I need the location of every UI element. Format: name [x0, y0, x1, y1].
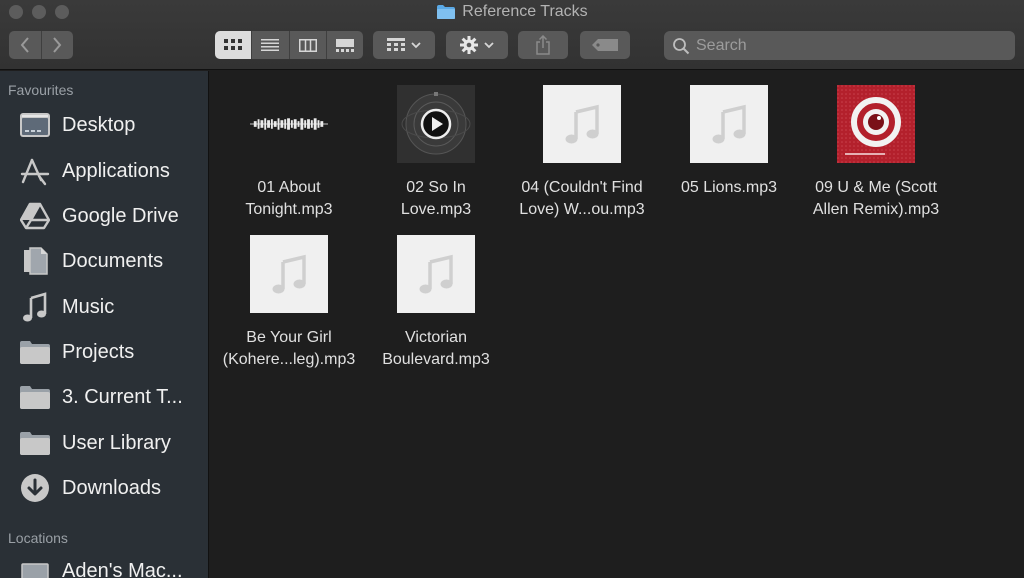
locations-heading: Locations [8, 530, 68, 546]
album-artwork-thumbnail [397, 85, 475, 163]
tags-button[interactable] [580, 31, 630, 59]
file-name: 09 U & Me (Scott Allen Remix).mp3 [812, 179, 940, 218]
group-by-button[interactable] [373, 31, 435, 59]
sidebar-item-label: Music [62, 295, 115, 318]
sidebar-item-applications[interactable]: Applications [18, 153, 208, 189]
sidebar-item-user-library[interactable]: User Library [18, 425, 208, 461]
google-drive-icon [18, 201, 52, 231]
sidebar-item-label: Aden's Mac... [62, 559, 183, 578]
chevron-down-icon [484, 41, 494, 48]
file-browser-area: 01 About Tonight.mp3 02 So In Love.mp3 0… [210, 71, 1024, 578]
gear-icon [460, 36, 478, 54]
music-note-icon [690, 85, 768, 163]
file-item-be-your-girl[interactable]: Be Your Girl (Kohere...leg).mp3 [216, 235, 362, 371]
album-artwork-thumbnail [837, 85, 915, 163]
file-item-about-tonight[interactable]: 01 About Tonight.mp3 [216, 85, 362, 221]
file-item-so-in-love[interactable]: 02 So In Love.mp3 [363, 85, 509, 221]
file-item-u-and-me[interactable]: 09 U & Me (Scott Allen Remix).mp3 [803, 85, 949, 221]
folder-icon [18, 337, 52, 367]
search-input[interactable] [696, 36, 996, 55]
applications-icon [18, 156, 52, 186]
sidebar-item-google-drive[interactable]: Google Drive [18, 198, 208, 234]
column-view-button[interactable] [288, 31, 326, 59]
desktop-icon [18, 110, 52, 140]
sidebar-item-current-tracks[interactable]: 3. Current T... [18, 379, 208, 415]
back-button[interactable] [9, 31, 41, 59]
downloads-icon [18, 473, 52, 503]
gallery-icon [335, 38, 354, 52]
list-icon [261, 39, 280, 51]
navigation-buttons [9, 31, 73, 59]
sidebar-item-projects[interactable]: Projects [18, 334, 208, 370]
sidebar-item-label: Desktop [62, 113, 136, 136]
icon-view-button[interactable] [215, 31, 252, 59]
search-field[interactable] [664, 31, 1015, 60]
share-icon [536, 35, 550, 55]
action-menu-button[interactable] [446, 31, 508, 59]
music-note-icon [250, 235, 328, 313]
music-note-icon [397, 235, 475, 313]
sidebar-item-label: Projects [62, 340, 135, 363]
waveform-thumbnail [250, 85, 328, 163]
file-name: 04 (Couldn't Find Love) W...ou.mp3 [519, 179, 645, 218]
sidebar-item-label: Downloads [62, 476, 161, 499]
file-name: Be Your Girl (Kohere...leg).mp3 [222, 329, 356, 368]
file-name: 01 About Tonight.mp3 [245, 179, 333, 218]
sidebar-item-downloads[interactable]: Downloads [18, 470, 208, 506]
computer-icon [18, 556, 52, 578]
sidebar-item-label: Documents [62, 249, 164, 272]
sidebar-item-label: 3. Current T... [62, 385, 183, 408]
forward-button[interactable] [40, 31, 74, 59]
window-title: Reference Tracks [0, 3, 1024, 21]
music-note-icon [543, 85, 621, 163]
sidebar-item-label: Google Drive [62, 204, 179, 227]
file-name: Victorian Boulevard.mp3 [382, 329, 490, 368]
icon-grid-icon [224, 39, 243, 50]
favourites-heading: Favourites [8, 82, 74, 98]
music-icon [18, 292, 52, 322]
group-grid-icon [387, 38, 405, 51]
sidebar-item-computer[interactable]: Aden's Mac... [18, 553, 208, 578]
sidebar: Favourites Desktop Applications Google D… [0, 71, 209, 578]
sidebar-item-label: Applications [62, 159, 170, 182]
view-mode-control [215, 31, 363, 59]
documents-icon [18, 246, 52, 276]
file-name: 05 Lions.mp3 [680, 179, 778, 196]
file-item-couldnt-find-love[interactable]: 04 (Couldn't Find Love) W...ou.mp3 [509, 85, 655, 221]
list-view-button[interactable] [251, 31, 288, 59]
sidebar-item-documents[interactable]: Documents [18, 243, 208, 279]
file-name: 02 So In Love.mp3 [400, 179, 472, 218]
sidebar-item-label: User Library [62, 431, 171, 454]
tag-icon [592, 39, 618, 51]
folder-icon [436, 4, 456, 20]
file-item-victorian-boulevard[interactable]: Victorian Boulevard.mp3 [363, 235, 509, 371]
chevron-down-icon [411, 41, 421, 48]
share-button[interactable] [518, 31, 568, 59]
back-chevron-icon [20, 37, 29, 53]
sidebar-item-music[interactable]: Music [18, 289, 208, 325]
search-icon [673, 37, 690, 54]
window-title-text: Reference Tracks [462, 3, 588, 20]
file-item-lions[interactable]: 05 Lions.mp3 [656, 85, 802, 199]
folder-icon [18, 428, 52, 458]
gallery-view-button[interactable] [325, 31, 363, 59]
sidebar-item-desktop[interactable]: Desktop [18, 107, 208, 143]
forward-chevron-icon [53, 37, 62, 53]
title-bar: Reference Tracks [0, 0, 1024, 70]
folder-icon [18, 382, 52, 412]
columns-icon [298, 38, 317, 52]
